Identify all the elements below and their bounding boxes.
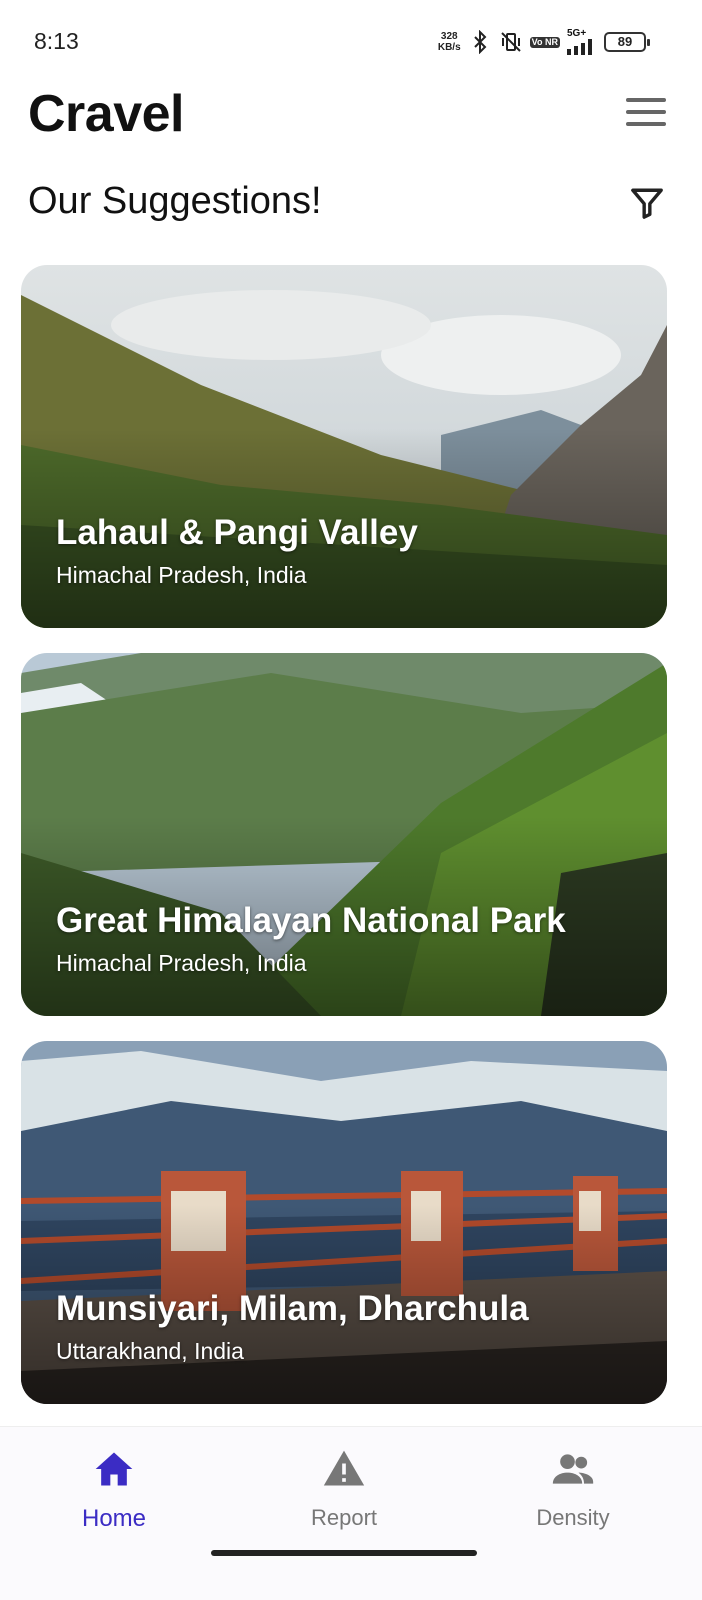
menu-line — [626, 98, 666, 102]
card-title: Lahaul & Pangi Valley — [56, 513, 418, 552]
nav-density[interactable]: Density — [483, 1447, 663, 1531]
card-subtitle: Uttarakhand, India — [56, 1338, 244, 1364]
nav-report-label: Report — [310, 1505, 378, 1530]
app-title: Cravel — [28, 85, 185, 143]
status-icons: 328 KB/s Vo NR 5G+ 89 — [438, 28, 650, 56]
network-type: 5G+ — [567, 28, 587, 39]
people-icon — [552, 1454, 594, 1484]
card-subtitle: Himachal Pradesh, India — [56, 562, 307, 588]
filter-icon[interactable] — [630, 186, 664, 220]
menu-line — [626, 110, 666, 114]
status-time: 8:13 — [34, 28, 79, 54]
signal-group: 5G+ — [567, 29, 597, 55]
network-speed: 328 KB/s — [438, 31, 461, 53]
suggestion-card[interactable]: Great Himalayan National Park Himachal P… — [21, 653, 667, 1016]
signal-icon — [567, 39, 592, 55]
warning-icon — [323, 1450, 365, 1486]
vibrate-icon — [500, 32, 521, 52]
nav-home[interactable]: Home — [24, 1447, 204, 1533]
status-bar: 8:13 328 KB/s Vo NR 5G+ 89 — [0, 0, 702, 84]
gesture-bar[interactable] — [211, 1550, 477, 1556]
battery-icon: 89 — [604, 32, 650, 52]
card-title: Great Himalayan National Park — [56, 901, 566, 940]
suggestion-card[interactable]: Lahaul & Pangi Valley Himachal Pradesh, … — [21, 265, 667, 628]
section-title: Our Suggestions! — [28, 180, 322, 222]
card-subtitle: Himachal Pradesh, India — [56, 950, 307, 976]
bottom-nav: Home Report Density — [0, 1426, 702, 1600]
network-speed-value: 328 — [440, 31, 458, 42]
volte-badge: Vo NR — [529, 36, 560, 48]
menu-line — [626, 122, 666, 126]
nav-home-label: Home — [81, 1505, 147, 1532]
nav-report[interactable]: Report — [254, 1447, 434, 1531]
card-title: Munsiyari, Milam, Dharchula — [56, 1289, 529, 1328]
bluetooth-icon — [473, 30, 487, 54]
hamburger-menu-icon[interactable] — [626, 98, 666, 128]
suggestions-list: Lahaul & Pangi Valley Himachal Pradesh, … — [21, 265, 667, 1429]
nav-density-label: Density — [536, 1505, 610, 1530]
network-speed-unit: KB/s — [437, 42, 461, 53]
suggestion-card[interactable]: Munsiyari, Milam, Dharchula Uttarakhand,… — [21, 1041, 667, 1404]
app-header: Cravel — [0, 84, 702, 164]
home-icon — [95, 1452, 133, 1486]
